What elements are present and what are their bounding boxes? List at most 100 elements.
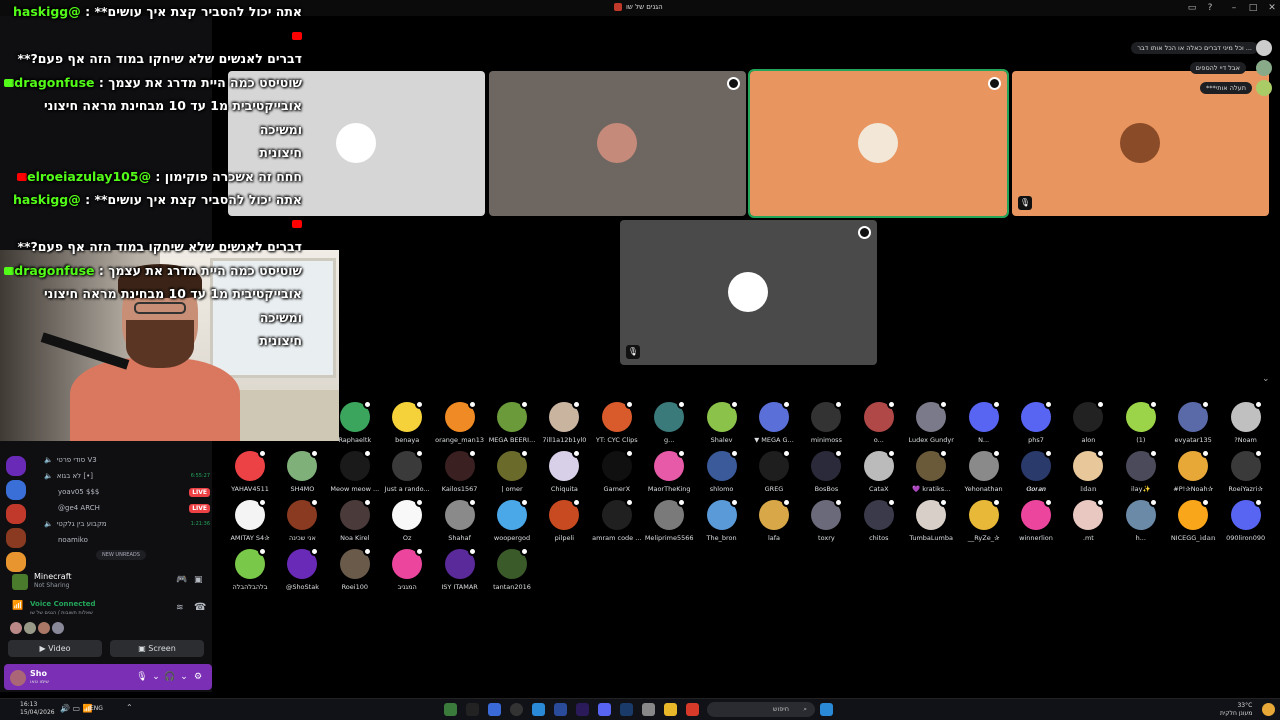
audience-member[interactable]: | omer	[486, 449, 538, 493]
audience-member[interactable]: g...	[643, 400, 695, 444]
server-icon[interactable]	[6, 528, 26, 548]
obs-icon[interactable]	[510, 703, 523, 716]
audience-member[interactable]: MEGA BEERI...	[486, 400, 538, 444]
voice-member[interactable]: noamiko	[44, 532, 210, 548]
avatar[interactable]	[10, 670, 26, 686]
taskbar-clock[interactable]: 16:13 15/04/2026	[20, 701, 55, 717]
audience-member[interactable]: המגניב	[381, 547, 433, 591]
steam-icon[interactable]	[620, 703, 633, 716]
gear-icon[interactable]: ⚙	[192, 671, 204, 683]
voice-channel[interactable]: 🔈 מקבוע בין גלקטי 1:21:36	[44, 516, 210, 532]
audience-member[interactable]: BosBos	[800, 449, 852, 493]
premiere-icon[interactable]	[576, 703, 589, 716]
audience-member[interactable]: The_bron	[696, 498, 748, 542]
audience-member[interactable]: Kailos1567	[434, 449, 486, 493]
audience-member[interactable]: RoeiYazri✰	[1220, 449, 1272, 493]
audience-member[interactable]: shlomo	[696, 449, 748, 493]
audience-member[interactable]: ?Noam	[1220, 400, 1272, 444]
audience-member[interactable]: benaya	[381, 400, 433, 444]
minecraft-icon[interactable]	[444, 703, 457, 716]
audience-member[interactable]: amram code ...	[591, 498, 643, 542]
start-icon[interactable]	[820, 703, 833, 716]
audience-member[interactable]: YT: CYC Clips	[591, 400, 643, 444]
voice-channel[interactable]: 🔈 לא בגוא [•] 6:55:27	[44, 468, 210, 484]
audience-member[interactable]: evyatar135	[1167, 400, 1219, 444]
audience-member[interactable]: o...	[853, 400, 905, 444]
audience-member[interactable]: pilpeli	[538, 498, 590, 542]
audience-member[interactable]: NICEGG_𝕚𝕕𝕒𝕟	[1167, 498, 1219, 542]
maximize-button[interactable]: □	[1247, 2, 1259, 14]
microphone-icon[interactable]: 🎙	[136, 671, 148, 683]
audience-member[interactable]: N...	[958, 400, 1010, 444]
audience-member[interactable]: ISY ITAMAR	[434, 547, 486, 591]
voice-member[interactable]: yoav05 $$$ LIVE	[44, 484, 210, 500]
audience-member[interactable]: Roei100	[329, 547, 381, 591]
audience-member[interactable]: ilay✨	[1115, 449, 1167, 493]
speaker-tile[interactable]: 🎙	[620, 220, 877, 365]
voice-channel[interactable]: 🔈 סודי פרטי V3	[44, 452, 210, 468]
audience-member[interactable]: ▼ MEGA G...	[748, 400, 800, 444]
avatar[interactable]	[24, 622, 36, 634]
audience-member[interactable]: Yehonathan	[958, 449, 1010, 493]
audience-member[interactable]: GREG	[748, 449, 800, 493]
chevron-up-icon[interactable]: ⌃	[126, 703, 133, 712]
audience-member[interactable]: lafa	[748, 498, 800, 542]
video-button[interactable]: ▶ Video	[8, 640, 102, 657]
audience-member[interactable]: CataX	[853, 449, 905, 493]
brave-icon[interactable]	[686, 703, 699, 716]
audience-member[interactable]: GamerX	[591, 449, 643, 493]
share-screen-icon[interactable]: ▣	[194, 575, 203, 585]
avatar[interactable]	[10, 622, 22, 634]
audience-member[interactable]: 090liron090	[1220, 498, 1272, 542]
chevron-down-icon[interactable]: ⌄	[178, 671, 190, 683]
audience-member[interactable]: Meliprime5566	[643, 498, 695, 542]
audience-member[interactable]: בלהבלהבלה	[224, 547, 276, 591]
app-icon[interactable]	[532, 703, 545, 716]
folder-icon[interactable]	[664, 703, 677, 716]
audience-member[interactable]: אני שכינה	[276, 498, 328, 542]
audience-member[interactable]: 7ill1a12b1yl0	[538, 400, 590, 444]
tile-options-icon[interactable]	[988, 77, 1001, 90]
audience-member[interactable]: orange_man13	[434, 400, 486, 444]
audience-member[interactable]: Noa Kirel	[329, 498, 381, 542]
audience-member[interactable]: minimoss	[800, 400, 852, 444]
new-unreads-pill[interactable]: NEW UNREADS	[96, 550, 146, 560]
audience-member[interactable]: Ludex Gundyr	[905, 400, 957, 444]
server-icon[interactable]	[6, 456, 26, 476]
audience-member[interactable]: Chiquita	[538, 449, 590, 493]
noise-suppression-icon[interactable]: ≋	[176, 603, 184, 613]
screen-share-button[interactable]: ▣ Screen	[110, 640, 204, 657]
audience-member[interactable]: phs7	[1010, 400, 1062, 444]
app-icon[interactable]	[466, 703, 479, 716]
avatar[interactable]	[52, 622, 64, 634]
audience-member[interactable]: chitos	[853, 498, 905, 542]
help-icon[interactable]: ?	[1204, 2, 1216, 14]
tile-options-icon[interactable]	[858, 226, 871, 239]
signal-icon[interactable]: 📶	[12, 601, 23, 611]
app-icon[interactable]	[554, 703, 567, 716]
audience-member[interactable]: 💜 kratiks...	[905, 449, 957, 493]
chevron-down-icon[interactable]: ⌄	[150, 671, 162, 683]
language-indicator[interactable]: ENG	[90, 705, 103, 712]
audience-member[interactable]: 𝑮𝒐𝒓𝒂𝒏	[1010, 449, 1062, 494]
audience-member[interactable]: Just a rando...	[381, 449, 433, 493]
audience-member[interactable]: winnerlion	[1010, 498, 1062, 542]
voice-member[interactable]: @ge4 ARCH LIVE	[44, 500, 210, 516]
voice-channel-path[interactable]: שאלות תשובות / הגנים של שו	[30, 610, 93, 616]
speaker-tile[interactable]	[489, 71, 746, 216]
audience-member[interactable]: alon	[1062, 400, 1114, 444]
gamepad-icon[interactable]: 🎮	[176, 575, 187, 585]
audience-member[interactable]: h...	[1115, 498, 1167, 542]
audience-member[interactable]: SH4MO	[276, 449, 328, 493]
audience-member[interactable]: toxry	[800, 498, 852, 542]
discord-icon[interactable]	[598, 703, 611, 716]
disconnect-icon[interactable]: ☎	[194, 602, 206, 613]
audience-member[interactable]: TumbaLumba	[905, 498, 957, 542]
audience-member[interactable]: Shahaf	[434, 498, 486, 542]
avatar[interactable]	[38, 622, 50, 634]
audience-member[interactable]: @ShoStak	[276, 547, 328, 591]
weather-widget[interactable]: 33°C מעונן חלקית	[1220, 702, 1252, 718]
audience-member[interactable]: AMITAY S4✰	[224, 498, 276, 542]
app-icon[interactable]	[488, 703, 501, 716]
system-tray-icons[interactable]: 🔊 ▭ 📶	[60, 704, 93, 713]
